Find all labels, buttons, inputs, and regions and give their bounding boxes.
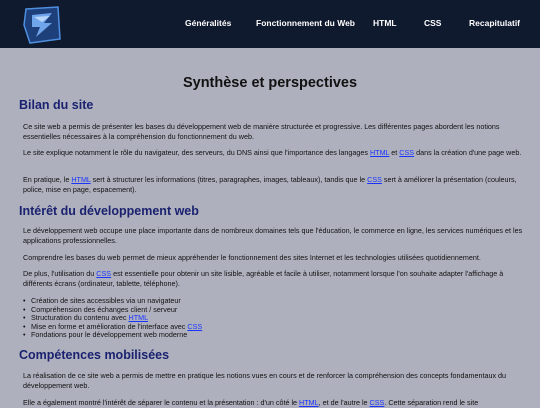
link-css[interactable]: CSS — [367, 175, 382, 184]
bilan-paragraph-3: En pratique, le HTML sert à structurer l… — [23, 175, 517, 195]
interet-paragraph-1: Le développement web occupe une place im… — [23, 226, 523, 246]
bilan-paragraph-2: Le site explique notamment le rôle du na… — [23, 148, 522, 157]
nav-item-html[interactable]: HTML — [373, 18, 397, 28]
interet-paragraph-3: De plus, l'utilisation du CSS est essent… — [23, 269, 504, 289]
section-title-bilan: Bilan du site — [19, 98, 94, 112]
nav-item-generalites[interactable]: Généralités — [185, 18, 231, 28]
nav-item-fonctionnement-web[interactable]: Fonctionnement du Web — [256, 18, 355, 28]
link-css[interactable]: CSS — [187, 322, 202, 331]
nav-item-css[interactable]: CSS — [424, 18, 441, 28]
link-html[interactable]: HTML — [71, 175, 90, 184]
bilan-paragraph-1: Ce site web a permis de présenter les ba… — [23, 122, 500, 142]
competences-paragraph-2: Elle a également montré l'intérêt de sép… — [23, 398, 479, 407]
link-html[interactable]: HTML — [370, 148, 389, 157]
interet-list: Création de sites accessibles via un nav… — [23, 296, 202, 340]
link-css[interactable]: CSS — [96, 269, 111, 278]
nav-item-recapitulatif[interactable]: Recapitulatif — [469, 18, 520, 28]
interet-paragraph-2: Comprendre les bases du web permet de mi… — [23, 253, 481, 262]
list-item: Fondations pour le développement web mod… — [23, 331, 202, 340]
link-css[interactable]: CSS — [399, 148, 414, 157]
site-header: Généralités Fonctionnement du Web HTML C… — [0, 0, 540, 48]
link-html[interactable]: HTML — [299, 398, 319, 407]
section-title-interet: Intérêt du développement web — [19, 204, 199, 218]
main-nav: Généralités Fonctionnement du Web HTML C… — [0, 0, 540, 48]
link-css[interactable]: CSS — [370, 398, 385, 407]
page-title: Synthèse et perspectives — [182, 75, 358, 91]
section-title-competences: Compétences mobilisées — [19, 348, 170, 362]
competences-paragraph-1: La réalisation de ce site web a permis d… — [23, 371, 507, 391]
